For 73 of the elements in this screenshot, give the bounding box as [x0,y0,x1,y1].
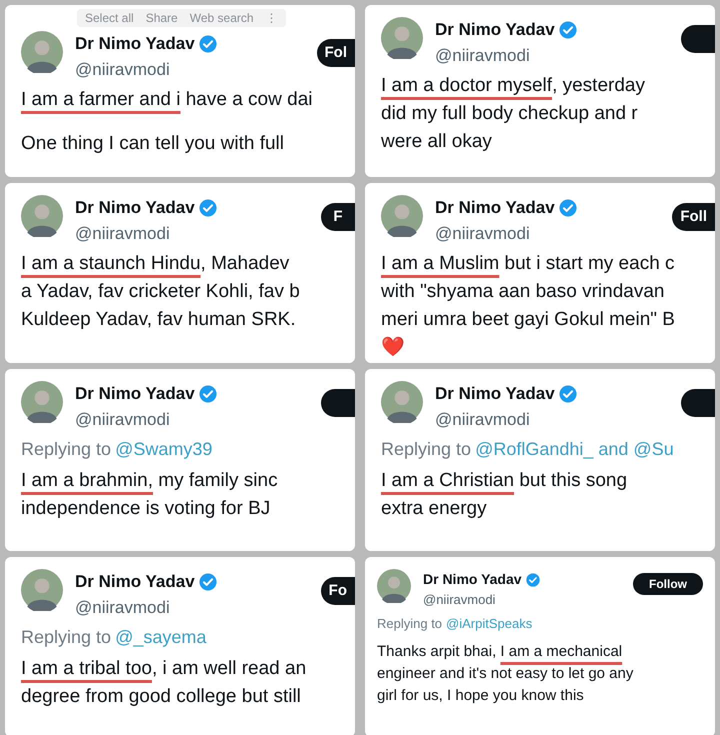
verified-badge-icon [526,572,540,586]
verified-badge-icon [198,34,217,53]
tweet-text: I am a brahmin, my family sinc [21,469,279,493]
tweet-text: extra energy [381,497,488,521]
username: @niiravmodi [75,58,171,80]
username: @niiravmodi [435,222,531,244]
mention-link[interactable]: @RoflGandhi_ and @Su [475,436,674,463]
display-name: Dr Nimo Yadav [435,19,555,41]
avatar[interactable] [381,195,423,237]
display-name: Dr Nimo Yadav [75,383,195,405]
avatar[interactable] [21,195,63,237]
tweet-text: degree from good college but still [21,685,302,709]
display-name: Dr Nimo Yadav [75,197,195,219]
tweet-text: I am a Muslim but i start my each c [381,252,676,276]
tweet-text: One thing I can tell you with full [21,132,285,156]
tweet-text: were all okay [381,130,493,154]
follow-button[interactable]: Follow [633,573,703,595]
mention-link[interactable]: @iArpitSpeaks [446,614,532,633]
username: @niiravmodi [423,591,496,609]
replying-to-label: Replying to [377,614,442,633]
replying-to-label: Replying to [21,438,112,461]
tweet-text: I am a Christian but this song [381,469,628,493]
tweet-text: engineer and it's not easy to let go any [377,664,634,684]
display-name: Dr Nimo Yadav [75,33,195,55]
username: @niiravmodi [435,44,531,66]
follow-button[interactable] [681,389,715,417]
toolbar-option[interactable]: Web search [190,9,254,27]
avatar[interactable] [381,381,423,423]
username: @niiravmodi [75,222,171,244]
tweet-text: a Yadav, fav cricketer Kohli, fav b [21,280,301,304]
avatar[interactable] [21,569,63,611]
verified-badge-icon [198,198,217,217]
tweet-text: Kuldeep Yadav, fav human SRK. [21,308,297,332]
follow-button[interactable]: Fol [316,39,355,67]
tweet-text: I am a staunch Hindu, Mahadev [21,252,290,276]
follow-button[interactable]: Foll [672,203,715,231]
follow-button[interactable] [681,25,715,53]
verified-badge-icon [198,572,217,591]
follow-button[interactable]: F [321,203,355,231]
tweet-text: ❤ [381,336,406,360]
avatar[interactable] [377,569,411,603]
replying-to-label: Replying to [381,438,472,461]
tweet-text: did my full body checkup and r [381,102,639,126]
verified-badge-icon [198,384,217,403]
verified-badge-icon [558,198,577,217]
verified-badge-icon [558,384,577,403]
username: @niiravmodi [435,408,531,430]
username: @niiravmodi [75,596,171,618]
toolbar-option[interactable]: Share [146,9,178,27]
replying-to-label: Replying to [21,626,112,649]
tweet-text: I am a farmer and i have a cow dai [21,88,314,112]
username: @niiravmodi [75,408,171,430]
follow-button[interactable]: Fo [320,577,355,605]
tweet-text: Thanks arpit bhai, I am a mechanical [377,642,624,662]
toolbar-option[interactable]: Select all [85,9,134,27]
display-name: Dr Nimo Yadav [435,383,555,405]
avatar[interactable] [21,31,63,73]
verified-badge-icon [558,20,577,39]
avatar[interactable] [21,381,63,423]
tweet-text: girl for us, I hope you know this [377,686,585,706]
display-name: Dr Nimo Yadav [75,571,195,593]
tweet-text: meri umra beet gayi Gokul mein" B [381,308,676,332]
follow-button[interactable] [321,389,355,417]
tweet-text: independence is voting for BJ [21,497,272,521]
display-name: Dr Nimo Yadav [435,197,555,219]
toolbar-option[interactable]: ⋮ [266,9,278,27]
display-name: Dr Nimo Yadav [423,570,522,589]
tweet-text: with "shyama aan baso vrindavan [381,280,666,304]
mention-link[interactable]: @_sayema [115,624,206,651]
avatar[interactable] [381,17,423,59]
mention-link[interactable]: @Swamy39 [115,436,212,463]
tweet-text: I am a tribal too, i am well read an [21,657,308,681]
tweet-text: I am a doctor myself, yesterday [381,74,646,98]
